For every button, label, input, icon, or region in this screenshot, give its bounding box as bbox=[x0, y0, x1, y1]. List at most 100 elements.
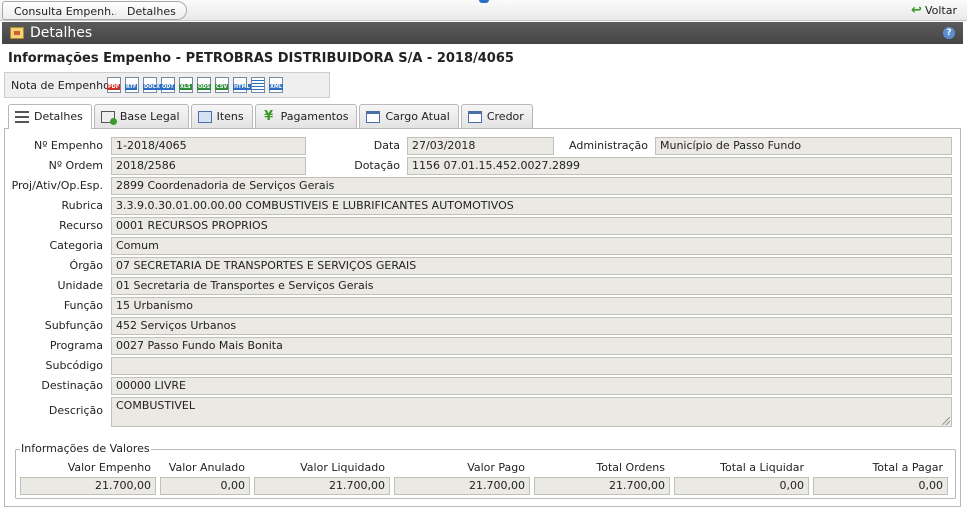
ordem-label: Nº Ordem bbox=[48, 159, 103, 172]
valor-liquidado-field[interactable]: 21.700,00 bbox=[254, 477, 390, 495]
tab-credor[interactable]: Credor bbox=[460, 104, 533, 128]
valor-empenho-label: Valor Empenho bbox=[67, 461, 151, 474]
tab-base-legal[interactable]: Base Legal bbox=[93, 104, 189, 128]
empenho-label: Nº Empenho bbox=[34, 139, 103, 152]
total-ordens-field[interactable]: 21.700,00 bbox=[534, 477, 670, 495]
export-tag: ODS bbox=[197, 84, 212, 90]
export-icon-list: PDF RTF DOCX ODT XLS ODS CSV HTML XML bbox=[107, 77, 284, 93]
window-icon bbox=[366, 110, 381, 123]
programa-field[interactable]: 0027 Passo Fundo Mais Bonita bbox=[111, 337, 952, 355]
empenho-field[interactable]: 1-2018/4065 bbox=[111, 137, 306, 155]
categoria-field[interactable]: Comum bbox=[111, 237, 952, 255]
panel-header: Detalhes ? bbox=[2, 22, 963, 44]
tab-detalhes[interactable]: Detalhes bbox=[8, 104, 92, 129]
subcodigo-field[interactable] bbox=[111, 357, 952, 375]
subcodigo-label: Subcódigo bbox=[45, 359, 103, 372]
export-rtf-icon[interactable]: RTF bbox=[125, 77, 139, 93]
tab-label: Pagamentos bbox=[280, 109, 349, 123]
categoria-label: Categoria bbox=[49, 239, 103, 252]
page-title: Informações Empenho - PETROBRAS DISTRIBU… bbox=[8, 51, 514, 66]
total-pagar-field[interactable]: 0,00 bbox=[813, 477, 948, 495]
export-html-icon[interactable]: HTML bbox=[233, 77, 251, 93]
breadcrumb-item-consulta[interactable]: Consulta Empenh... bbox=[2, 1, 133, 20]
valor-empenho-field[interactable]: 21.700,00 bbox=[20, 477, 156, 495]
descricao-text: COMBUSTIVEL bbox=[116, 399, 195, 412]
export-docx-icon[interactable]: DOCX bbox=[143, 77, 161, 93]
destinacao-field[interactable]: 00000 LIVRE bbox=[111, 377, 952, 395]
export-tag: ODT bbox=[161, 84, 175, 90]
funcao-field[interactable]: 15 Urbanismo bbox=[111, 297, 952, 315]
valor-pago-field[interactable]: 21.700,00 bbox=[394, 477, 530, 495]
values-group: Informações de Valores Valor Empenho 21.… bbox=[15, 442, 956, 499]
top-drag-handle[interactable] bbox=[479, 0, 489, 3]
tab-pagamentos[interactable]: ¥ Pagamentos bbox=[254, 104, 358, 128]
subfuncao-label: Subfunção bbox=[44, 319, 103, 332]
export-csv-icon[interactable]: CSV bbox=[215, 77, 229, 93]
dotacao-field[interactable]: 1156 07.01.15.452.0027.2899 bbox=[407, 157, 952, 175]
back-button[interactable]: ↩ Voltar bbox=[911, 3, 957, 19]
export-tag: HTML bbox=[233, 84, 251, 90]
orgao-field[interactable]: 07 SECRETARIA DE TRANSPORTES E SERVIÇOS … bbox=[111, 257, 952, 275]
unidade-label: Unidade bbox=[57, 279, 103, 292]
tab-label: Base Legal bbox=[119, 109, 180, 123]
tab-cargo-atual[interactable]: Cargo Atual bbox=[359, 104, 459, 128]
total-ordens-label: Total Ordens bbox=[596, 461, 665, 474]
folder-icon bbox=[10, 27, 24, 39]
recurso-field[interactable]: 0001 RECURSOS PROPRIOS bbox=[111, 217, 952, 235]
export-tag: XLS bbox=[179, 84, 192, 90]
details-icon bbox=[15, 111, 29, 123]
valor-liquidado-label: Valor Liquidado bbox=[300, 461, 385, 474]
items-list-icon bbox=[197, 110, 212, 123]
destinacao-label: Destinação bbox=[41, 379, 103, 392]
back-label: Voltar bbox=[924, 4, 957, 17]
tab-label: Itens bbox=[216, 109, 244, 123]
export-xls-icon[interactable]: XLS bbox=[179, 77, 193, 93]
valor-anulado-label: Valor Anulado bbox=[168, 461, 245, 474]
breadcrumb: Consulta Empenh... Detalhes ↩ Voltar bbox=[0, 0, 967, 21]
yen-money-icon: ¥ bbox=[264, 108, 274, 124]
rubrica-field[interactable]: 3.3.9.0.30.01.00.00.00 COMBUSTIVEIS E LU… bbox=[111, 197, 952, 215]
orgao-label: Órgão bbox=[69, 259, 103, 272]
unidade-field[interactable]: 01 Secretaria de Transportes e Serviços … bbox=[111, 277, 952, 295]
proj-field[interactable]: 2899 Coordenadoria de Serviços Gerais bbox=[111, 177, 952, 195]
data-label: Data bbox=[373, 139, 400, 152]
panel-title: Detalhes bbox=[30, 25, 93, 41]
export-tag: DOCX bbox=[143, 84, 161, 90]
funcao-label: Função bbox=[63, 299, 103, 312]
tab-label: Detalhes bbox=[34, 110, 83, 123]
export-tag: PDF bbox=[107, 84, 121, 90]
export-xml-icon[interactable]: XML bbox=[269, 77, 284, 93]
descricao-label: Descrição bbox=[48, 404, 103, 417]
rubrica-label: Rubrica bbox=[61, 199, 103, 212]
tab-label: Cargo Atual bbox=[385, 109, 450, 123]
values-legend: Informações de Valores bbox=[20, 442, 151, 456]
total-liquidar-field[interactable]: 0,00 bbox=[674, 477, 809, 495]
toolbar-label: Nota de Empenho bbox=[11, 79, 110, 92]
export-odt-icon[interactable]: ODT bbox=[161, 77, 175, 93]
details-content: Nº Empenho 1-2018/4065 Data 27/03/2018 A… bbox=[4, 128, 961, 507]
total-liquidar-label: Total a Liquidar bbox=[720, 461, 804, 474]
valor-anulado-field[interactable]: 0,00 bbox=[160, 477, 250, 495]
export-ods-icon[interactable]: ODS bbox=[197, 77, 212, 93]
export-txt-icon[interactable] bbox=[251, 77, 265, 93]
tab-itens[interactable]: Itens bbox=[190, 104, 253, 128]
breadcrumb-item-detalhes[interactable]: Detalhes bbox=[116, 1, 187, 20]
tab-label: Credor bbox=[486, 109, 524, 123]
subfuncao-field[interactable]: 452 Serviços Urbanos bbox=[111, 317, 952, 335]
descricao-textarea[interactable]: COMBUSTIVEL bbox=[111, 397, 952, 427]
administracao-field[interactable]: Município de Passo Fundo bbox=[655, 137, 952, 155]
dotacao-label: Dotação bbox=[354, 159, 400, 172]
resize-grip-icon[interactable] bbox=[942, 417, 950, 425]
help-icon[interactable]: ? bbox=[943, 27, 955, 39]
export-pdf-icon[interactable]: PDF bbox=[107, 77, 121, 93]
programa-label: Programa bbox=[49, 339, 103, 352]
export-tag: XML bbox=[269, 84, 284, 90]
legal-document-icon bbox=[100, 110, 117, 125]
tab-bar: Detalhes Base Legal Itens ¥ Pagamentos C… bbox=[8, 104, 533, 129]
total-pagar-label: Total a Pagar bbox=[872, 461, 943, 474]
export-tag: CSV bbox=[215, 84, 229, 90]
ordem-field[interactable]: 2018/2586 bbox=[111, 157, 306, 175]
administracao-label: Administração bbox=[569, 139, 648, 152]
back-arrow-icon: ↩ bbox=[911, 3, 922, 18]
data-field[interactable]: 27/03/2018 bbox=[407, 137, 554, 155]
